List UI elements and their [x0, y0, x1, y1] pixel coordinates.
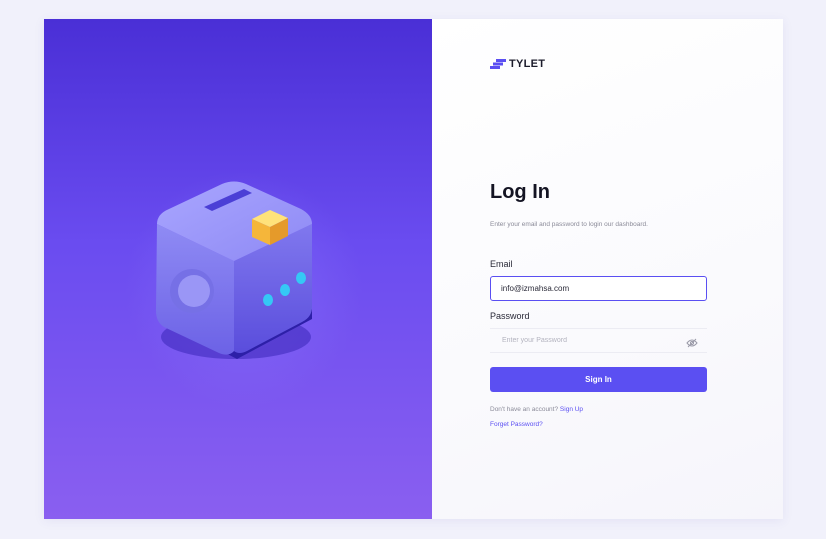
email-field[interactable] — [490, 276, 707, 301]
light-3 — [296, 272, 306, 284]
signup-prompt: Don't have an account? — [490, 406, 559, 413]
safe-box-illustration — [156, 181, 312, 359]
brand-name: TYLET — [509, 58, 546, 70]
password-field-wrapper — [490, 328, 707, 353]
login-panel: TYLET Log In Enter your email and passwo… — [432, 19, 783, 519]
password-label: Password — [490, 311, 530, 321]
signup-prompt-line: Don't have an account? Sign Up — [490, 406, 583, 413]
sign-in-button[interactable]: Sign In — [490, 367, 707, 392]
light-1 — [263, 294, 273, 306]
login-card: TYLET Log In Enter your email and passwo… — [44, 19, 783, 519]
stair-logo-icon — [490, 59, 506, 69]
email-label: Email — [490, 259, 513, 269]
hero-panel — [44, 19, 432, 519]
password-field[interactable] — [490, 329, 670, 352]
light-2 — [280, 284, 290, 296]
sign-up-link[interactable]: Sign Up — [560, 406, 583, 413]
brand[interactable]: TYLET — [490, 58, 545, 70]
forgot-password-link[interactable]: Forget Password? — [490, 421, 543, 428]
page-subtitle: Enter your email and password to login o… — [490, 221, 648, 228]
eye-off-icon[interactable] — [686, 335, 698, 353]
lock-dial — [178, 275, 210, 307]
page-title: Log In — [490, 181, 550, 203]
